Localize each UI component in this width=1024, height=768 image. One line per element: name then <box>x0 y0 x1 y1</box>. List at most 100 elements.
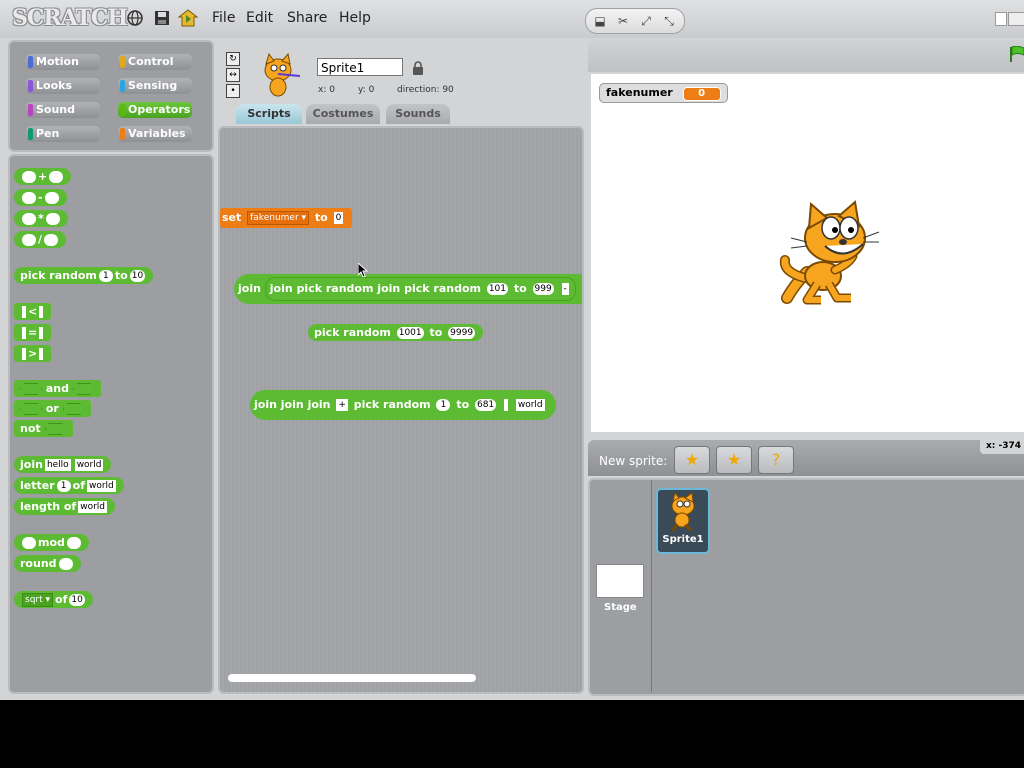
save-icon[interactable] <box>152 9 172 29</box>
flip-icon[interactable]: ↔ <box>226 68 240 82</box>
slot[interactable]: 10 <box>69 594 85 606</box>
slot[interactable] <box>22 171 36 183</box>
not-block[interactable]: not <box>14 420 73 437</box>
slot[interactable]: 10 <box>129 270 146 282</box>
less-than-block[interactable]: < <box>14 303 52 320</box>
slot[interactable]: 1 <box>56 480 71 492</box>
menu-help[interactable]: Help <box>339 10 371 26</box>
small-stage-icon[interactable] <box>995 12 1007 26</box>
slot[interactable] <box>44 423 67 435</box>
slot[interactable]: world <box>86 480 116 492</box>
greater-than-block[interactable]: > <box>14 345 52 362</box>
slot[interactable] <box>49 171 64 183</box>
pick-random-block[interactable]: pick random 1 to 10 <box>14 267 154 284</box>
join-pick-random-block[interactable]: join join pick random join pick random 1… <box>234 274 582 304</box>
slot[interactable] <box>44 234 59 246</box>
slot[interactable]: 1 <box>436 399 451 411</box>
category-looks[interactable]: Looks <box>26 78 100 94</box>
tab-scripts[interactable]: Scripts <box>236 104 302 124</box>
slot[interactable] <box>22 192 36 204</box>
paint-new-sprite-button[interactable]: ★ <box>674 446 710 474</box>
slot[interactable] <box>22 306 26 318</box>
slot[interactable] <box>58 558 73 570</box>
green-flag-icon[interactable] <box>1010 45 1024 62</box>
choose-sprite-file-button[interactable]: ★ <box>716 446 752 474</box>
surprise-sprite-button[interactable]: ? <box>758 446 794 474</box>
set-variable-block[interactable]: set fakenumer ▾ to 0 <box>220 208 352 228</box>
variable-dropdown[interactable]: fakenumer ▾ <box>247 211 310 225</box>
slot[interactable]: 1 <box>98 270 113 282</box>
slot[interactable]: world <box>74 459 104 471</box>
category-variables[interactable]: Variables <box>118 126 192 142</box>
slot[interactable] <box>504 399 509 411</box>
and-block[interactable]: and <box>14 380 101 397</box>
category-pen[interactable]: Pen <box>26 126 100 142</box>
slot[interactable] <box>44 192 59 204</box>
divide-block[interactable]: / <box>14 231 67 248</box>
slot[interactable]: world <box>515 399 545 411</box>
slot[interactable]: 101 <box>486 283 508 295</box>
join-block[interactable]: join hello world <box>14 456 112 473</box>
function-dropdown[interactable]: sqrt ▾ <box>22 593 54 607</box>
grow-icon[interactable]: ⤢ <box>635 11 657 31</box>
slot[interactable] <box>22 213 36 225</box>
sprite-name-field[interactable]: Sprite1 <box>317 58 403 76</box>
slot[interactable]: 1001 <box>396 327 424 339</box>
menu-edit[interactable]: Edit <box>246 10 273 26</box>
tab-sounds[interactable]: Sounds <box>386 104 450 124</box>
share-icon[interactable] <box>177 9 199 29</box>
subtract-block[interactable]: - <box>14 189 67 206</box>
slot[interactable] <box>22 234 36 246</box>
slot[interactable] <box>72 383 95 395</box>
slot[interactable]: 9999 <box>448 327 476 339</box>
slot[interactable]: hello <box>44 459 71 471</box>
or-block[interactable]: or <box>14 400 91 417</box>
slot[interactable] <box>22 327 26 339</box>
stage[interactable]: fakenumer 0 <box>591 74 1024 432</box>
scratch-cat-sprite[interactable] <box>777 200 881 308</box>
category-control[interactable]: Control <box>118 54 192 70</box>
category-sensing[interactable]: Sensing <box>118 78 192 94</box>
cut-icon[interactable]: ✂ <box>612 11 634 31</box>
globe-icon[interactable] <box>125 9 145 29</box>
category-sound[interactable]: Sound <box>26 102 100 118</box>
round-block[interactable]: round <box>14 555 81 572</box>
rotate-icon[interactable]: ↻ <box>226 52 240 66</box>
slot[interactable] <box>45 213 60 225</box>
letter-of-block[interactable]: letter 1 of world <box>14 477 124 494</box>
slot[interactable] <box>62 403 85 415</box>
slot[interactable]: 999 <box>532 283 554 295</box>
slot[interactable] <box>66 537 81 549</box>
multiply-block[interactable]: * <box>14 210 68 227</box>
function-of-block[interactable]: sqrt ▾ of 10 <box>14 591 93 608</box>
menu-share[interactable]: Share <box>287 10 327 26</box>
category-motion[interactable]: Motion <box>26 54 100 70</box>
slot[interactable] <box>39 306 44 318</box>
variable-monitor[interactable]: fakenumer 0 <box>599 83 728 103</box>
slot[interactable] <box>20 383 42 395</box>
tab-costumes[interactable]: Costumes <box>306 104 380 124</box>
nested-join-block[interactable]: join pick random join pick random 101 to… <box>264 277 576 301</box>
lock-icon[interactable] <box>412 60 424 75</box>
slot[interactable]: 0 <box>333 212 344 224</box>
equals-block[interactable]: = <box>14 324 52 341</box>
join-plus-pick-random-block[interactable]: join join join + pick random 1 to 681 wo… <box>250 390 556 420</box>
category-operators[interactable]: Operators <box>118 102 192 118</box>
slot[interactable]: - <box>561 283 569 295</box>
slot[interactable]: world <box>78 501 107 513</box>
slot[interactable]: 681 <box>474 399 497 411</box>
menu-file[interactable]: File <box>212 10 235 26</box>
no-rotate-icon[interactable]: • <box>226 84 240 98</box>
shrink-icon[interactable]: ⤡ <box>658 11 680 31</box>
sprite-item-sprite1[interactable]: Sprite1 <box>656 488 710 554</box>
slot[interactable] <box>22 348 26 360</box>
slot[interactable] <box>22 537 36 549</box>
horizontal-scrollbar[interactable] <box>228 674 476 682</box>
stamp-icon[interactable]: ⬓ <box>589 11 611 31</box>
scripts-area[interactable]: set fakenumer ▾ to 0 join join pick rand… <box>218 126 584 694</box>
slot[interactable] <box>39 348 44 360</box>
slot[interactable] <box>20 403 42 415</box>
slot[interactable] <box>39 327 44 339</box>
pick-random-block-2[interactable]: pick random 1001 to 9999 <box>308 324 484 341</box>
stage-thumbnail[interactable] <box>596 564 644 598</box>
